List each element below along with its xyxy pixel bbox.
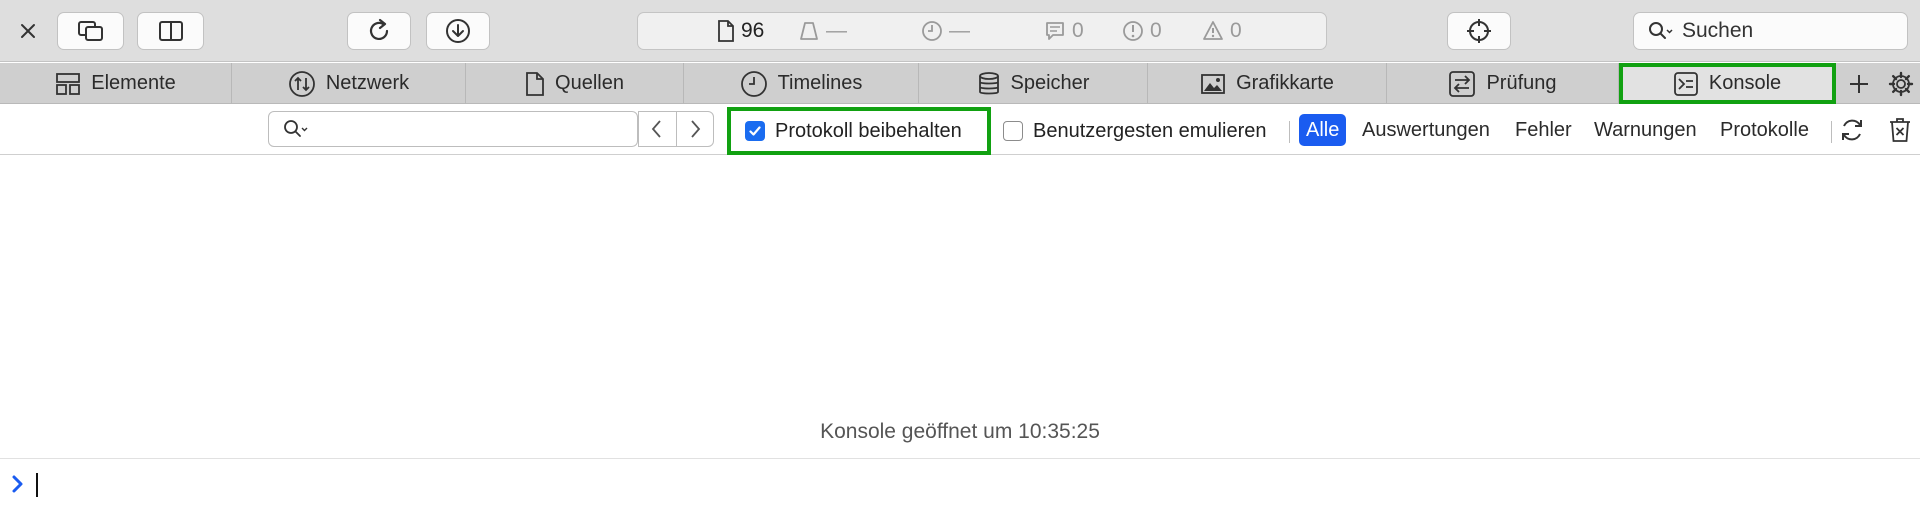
tab-bar: Elemente Netzwerk Quellen Timelines Spei…: [0, 63, 1920, 104]
reload-button[interactable]: [347, 12, 411, 50]
plus-icon: [1850, 74, 1868, 93]
resources-count: 96: [741, 19, 765, 42]
clock-icon: [740, 70, 767, 97]
emulate-gestures-label: Benutzergesten emulieren: [1033, 119, 1267, 142]
tab-label: Grafikkarte: [1236, 72, 1334, 94]
trash-icon: [1890, 118, 1910, 142]
tab-label: Netzwerk: [325, 72, 410, 94]
graphics-icon: [1201, 73, 1225, 94]
tab-label: Quellen: [555, 72, 624, 94]
previous-result-button[interactable]: [639, 112, 676, 146]
top-toolbar: 96 — — 0 0 0 Suchen: [0, 0, 1920, 62]
clear-console-button[interactable]: [1885, 115, 1915, 145]
warnings-indicator[interactable]: 0: [1202, 13, 1242, 49]
prompt-chevron-icon: [10, 473, 26, 500]
load-time-indicator[interactable]: —: [921, 13, 970, 49]
tab-storage[interactable]: Speicher: [919, 63, 1148, 104]
search-placeholder: Suchen: [1682, 19, 1754, 42]
message-icon: [1046, 22, 1064, 40]
tab-label: Elemente: [91, 72, 176, 94]
preserve-log-toggle[interactable]: Protokoll beibehalten: [727, 107, 991, 155]
logs-count: 0: [1072, 19, 1084, 42]
tab-label: Timelines: [777, 72, 863, 94]
settings-button[interactable]: [1882, 63, 1920, 104]
document-icon: [718, 20, 734, 42]
chevron-left-icon: [652, 120, 661, 138]
next-result-button[interactable]: [675, 112, 714, 146]
tab-sources[interactable]: Quellen: [466, 63, 684, 104]
emulate-gestures-toggle[interactable]: Benutzergesten emulieren: [1003, 107, 1266, 155]
inspect-element-button[interactable]: [1447, 12, 1511, 50]
toolbar-search[interactable]: Suchen: [1633, 12, 1908, 50]
reload-clear-icon: [1842, 119, 1862, 141]
audit-icon: [1449, 70, 1476, 97]
errors-count: 0: [1150, 19, 1162, 42]
console-icon: [1673, 71, 1698, 96]
console-prompt[interactable]: [0, 458, 1920, 510]
tab-label: Konsole: [1708, 72, 1782, 94]
load-size-indicator[interactable]: —: [798, 13, 847, 49]
logs-indicator[interactable]: 0: [1044, 13, 1084, 49]
checkmark-icon: [749, 126, 761, 136]
divider: [1289, 121, 1290, 143]
preserve-log-checkbox[interactable]: [745, 121, 765, 141]
elements-icon: [56, 72, 81, 95]
filter-field[interactable]: [268, 111, 638, 147]
clock-icon: [922, 21, 942, 41]
scope-errors[interactable]: Fehler: [1508, 114, 1579, 146]
add-tab-button[interactable]: [1840, 63, 1878, 104]
error-icon: [1123, 21, 1143, 41]
resources-indicator[interactable]: 96: [717, 13, 764, 49]
sources-icon: [526, 71, 544, 96]
download-button[interactable]: [426, 12, 490, 50]
crosshair-icon: [1467, 19, 1491, 43]
warnings-count: 0: [1230, 19, 1242, 42]
text-caret: [36, 473, 38, 497]
load-size-value: —: [826, 19, 847, 42]
reload-icon: [369, 18, 389, 40]
scope-evaluations[interactable]: Auswertungen: [1355, 114, 1497, 146]
dock-side-button[interactable]: [137, 12, 204, 50]
storage-icon: [978, 71, 999, 94]
tab-label: Prüfung: [1486, 72, 1557, 94]
warning-icon: [1203, 21, 1223, 40]
divider: [1831, 121, 1832, 143]
chevron-right-icon: [691, 120, 700, 138]
tab-audit[interactable]: Prüfung: [1387, 63, 1619, 104]
close-icon[interactable]: [14, 17, 42, 45]
errors-indicator[interactable]: 0: [1122, 13, 1162, 49]
emulate-gestures-checkbox[interactable]: [1003, 121, 1023, 141]
filter-input[interactable]: [317, 118, 637, 140]
scope-all[interactable]: Alle: [1299, 114, 1347, 146]
tab-graphics[interactable]: Grafikkarte: [1148, 63, 1387, 104]
scope-logs[interactable]: Protokolle: [1713, 114, 1816, 146]
dock-side-icon: [158, 21, 183, 41]
network-icon: [288, 70, 315, 97]
weight-icon: [800, 22, 818, 40]
activity-viewer: 96 — — 0 0 0: [637, 12, 1327, 50]
tab-elements[interactable]: Elemente: [0, 63, 232, 104]
tab-timelines[interactable]: Timelines: [684, 63, 919, 104]
search-icon: [1649, 22, 1673, 39]
tab-network[interactable]: Netzwerk: [232, 63, 466, 104]
console-filter-bar: Protokoll beibehalten Benutzergesten emu…: [0, 105, 1920, 155]
console-opened-message: Konsole geöffnet um 10:35:25: [820, 420, 1100, 443]
search-navigation: [638, 111, 714, 147]
clear-on-reload-button[interactable]: [1837, 115, 1867, 145]
load-time-value: —: [949, 19, 970, 42]
tab-label: Speicher: [1010, 72, 1090, 94]
detach-window-button[interactable]: [57, 12, 124, 50]
detach-window-icon: [77, 21, 103, 41]
preserve-log-label: Protokoll beibehalten: [775, 119, 962, 142]
search-icon: [284, 120, 308, 137]
tab-console[interactable]: Konsole: [1619, 63, 1836, 104]
scope-warnings[interactable]: Warnungen: [1587, 114, 1704, 146]
download-icon: [446, 19, 470, 43]
gear-icon: [1888, 71, 1914, 96]
